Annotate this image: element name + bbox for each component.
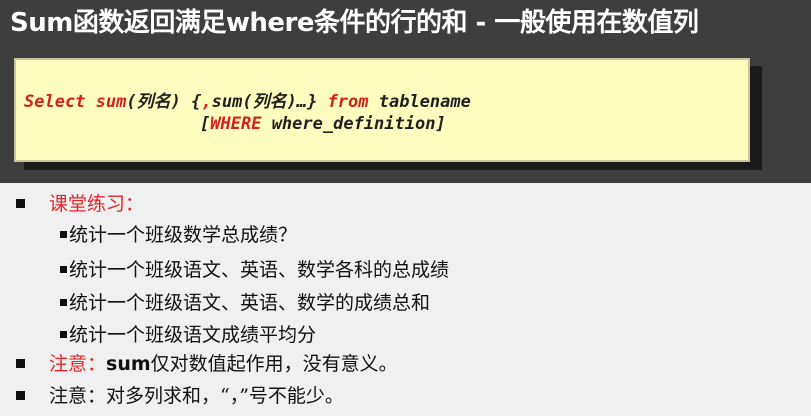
list-item-text: 统计一个班级语文成绩平均分 bbox=[69, 324, 317, 346]
note-sum-numeric: 注意：sum仅对数值起作用，没有意义。 bbox=[16, 349, 398, 376]
keyword-from: from bbox=[327, 92, 369, 112]
list-item-text: 统计一个班级语文、英语、数学各科的总成绩 bbox=[69, 259, 450, 281]
where-definition: where_definition bbox=[271, 114, 436, 134]
brace-open: { bbox=[180, 92, 202, 112]
bullet-square-icon bbox=[60, 298, 67, 306]
keyword-sum: sum bbox=[95, 92, 127, 112]
exercise-heading-item: 课堂练习： bbox=[16, 189, 144, 216]
exercise-heading: 课堂练习： bbox=[49, 193, 145, 215]
list-item: 统计一个班级数学总成绩？ bbox=[60, 220, 297, 247]
table-name: tablename bbox=[378, 92, 471, 112]
comma-separator: , bbox=[201, 92, 212, 112]
keyword-select: Select bbox=[24, 92, 86, 112]
list-item-text: 统计一个班级语文、英语、数学的成绩总和 bbox=[69, 292, 431, 314]
sql-syntax-line-1: Select sum(列名) {,sum(列名)…} from tablenam… bbox=[24, 87, 471, 112]
list-item: 统计一个班级语文成绩平均分 bbox=[60, 320, 316, 347]
list-item-text: 统计一个班级数学总成绩？ bbox=[69, 224, 298, 246]
sql-syntax-line-2: [WHERE where_definition] bbox=[200, 114, 446, 134]
bullet-square-icon bbox=[60, 330, 67, 338]
list-item: 统计一个班级语文、英语、数学各科的总成绩 bbox=[60, 255, 449, 282]
note-label: 注意： bbox=[49, 353, 107, 375]
bullet-square-icon bbox=[60, 265, 67, 273]
keyword-sum-2: sum bbox=[211, 92, 243, 112]
bracket-close: ] bbox=[435, 114, 446, 134]
slide-title: Sum函数返回满足where条件的行的和 - 一般使用在数值列 bbox=[10, 8, 699, 38]
bullet-square-icon bbox=[60, 230, 67, 238]
list-item: 统计一个班级语文、英语、数学的成绩总和 bbox=[60, 288, 430, 315]
bullet-square-icon bbox=[16, 198, 25, 208]
note-text: 注意：对多列求和，“，”号不能少。 bbox=[49, 385, 344, 407]
bullet-square-icon bbox=[16, 358, 25, 368]
note-text: 仅对数值起作用，没有意义。 bbox=[150, 353, 398, 375]
bracket-open: [ bbox=[200, 114, 211, 134]
note-multi-column: 注意：对多列求和，“，”号不能少。 bbox=[16, 381, 344, 408]
column-arg-2: (列名)…} bbox=[242, 92, 318, 112]
column-arg-1: (列名) bbox=[126, 92, 181, 112]
keyword-where: WHERE bbox=[210, 114, 262, 134]
sql-syntax-box: Select sum(列名) {,sum(列名)…} from tablenam… bbox=[14, 58, 750, 162]
note-keyword-sum: sum bbox=[106, 353, 151, 375]
notes-panel: 课堂练习： 统计一个班级数学总成绩？ 统计一个班级语文、英语、数学各科的总成绩 … bbox=[0, 183, 811, 416]
bullet-square-icon bbox=[16, 390, 25, 400]
